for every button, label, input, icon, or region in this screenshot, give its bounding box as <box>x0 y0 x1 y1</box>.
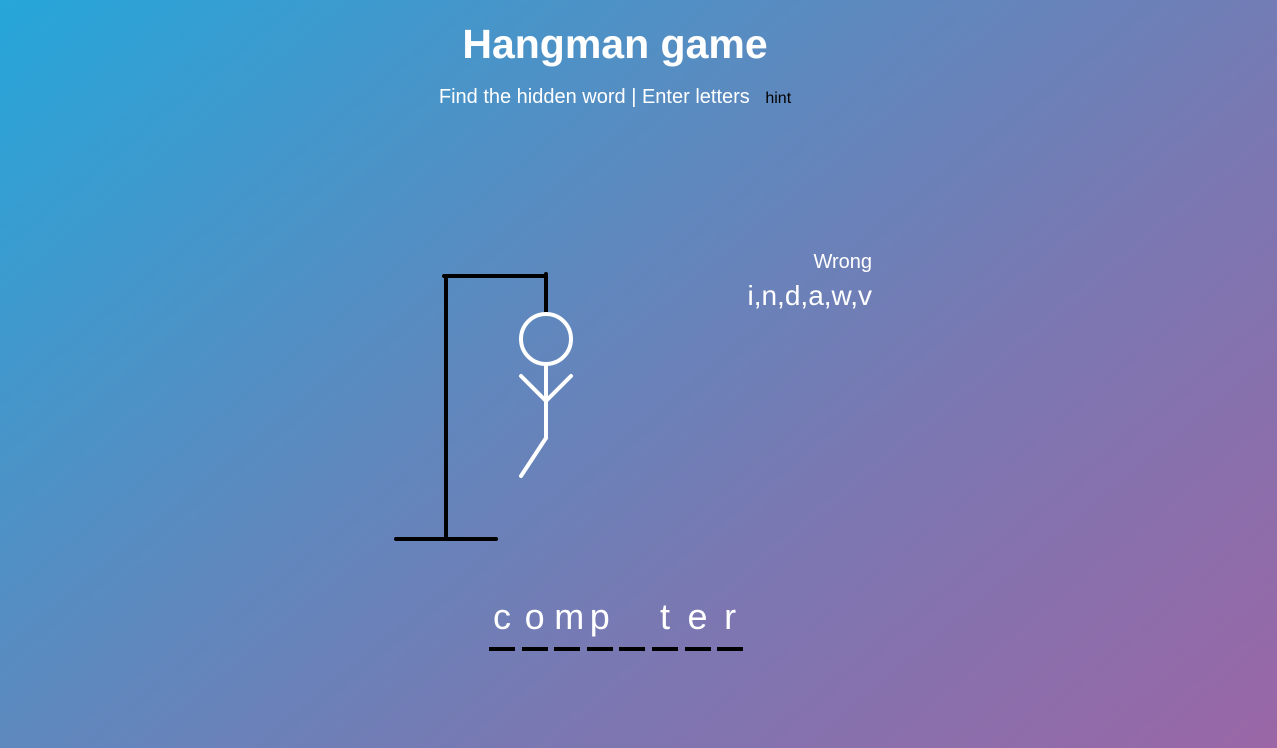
hint-button[interactable]: hint <box>755 90 791 108</box>
word-letter: p <box>586 597 613 651</box>
word-letter: e <box>684 597 711 651</box>
hangman-drawing <box>394 272 573 541</box>
word-letter: r <box>717 597 744 651</box>
figure-left-arm <box>519 374 548 403</box>
wrong-label: Wrong <box>813 251 872 273</box>
word-letter: t <box>651 597 678 651</box>
word-letter <box>619 597 646 651</box>
word-letter: c <box>489 597 515 651</box>
figure-head <box>519 312 573 366</box>
game-title: Hangman game <box>462 21 768 67</box>
wrong-letters-panel: Wrong i,n,d,a,w,v <box>700 251 872 312</box>
word-letter: o <box>521 597 548 651</box>
instructions-row: Find the hidden word | Enter letters hin… <box>0 86 1230 109</box>
figure-right-arm <box>544 374 573 403</box>
hidden-word: c o m p t e r <box>489 597 744 651</box>
gallows <box>394 272 548 541</box>
wrong-letters: i,n,d,a,w,v <box>747 280 872 311</box>
stick-figure <box>519 312 573 478</box>
word-letter: m <box>554 597 584 651</box>
figure-left-leg <box>519 436 548 478</box>
instructions-text: Find the hidden word | Enter letters <box>438 86 750 108</box>
